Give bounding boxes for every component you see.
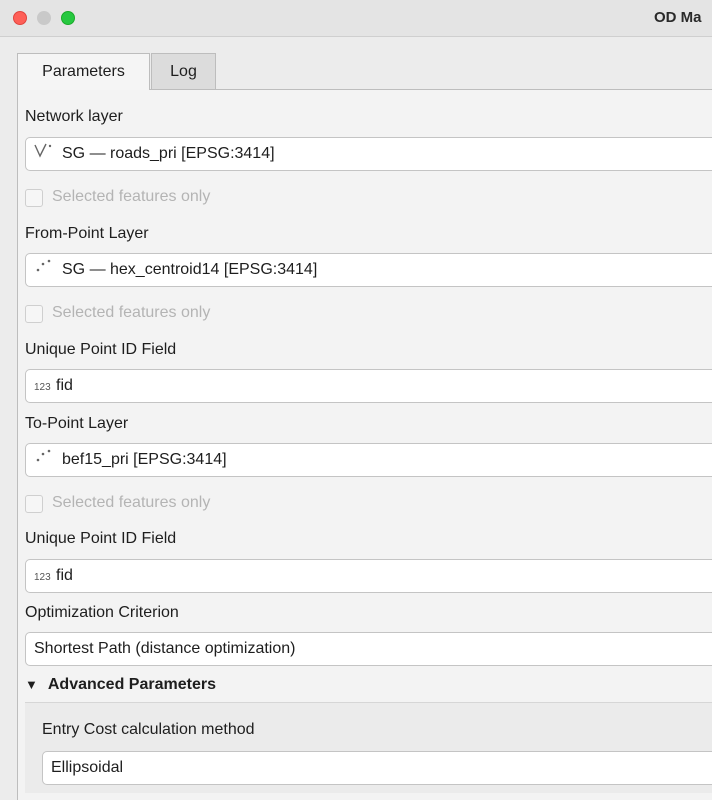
from-id-field-label: Unique Point ID Field: [25, 341, 177, 358]
from-point-layer-combo[interactable]: SG — hex_centroid14 [EPSG:3414]: [25, 253, 712, 287]
to-id-field-combo[interactable]: 123 fid: [25, 559, 712, 593]
from-id-field-value: fid: [56, 377, 73, 394]
tab-log[interactable]: Log: [151, 53, 216, 89]
advanced-parameters-label: Advanced Parameters: [47, 676, 216, 693]
tab-parameters[interactable]: Parameters: [17, 53, 150, 90]
optimization-combo[interactable]: Shortest Path (distance optimization): [25, 632, 712, 666]
entry-cost-combo[interactable]: Ellipsoidal: [42, 751, 712, 785]
network-layer-combo[interactable]: SG — roads_pri [EPSG:3414]: [25, 137, 712, 171]
network-selected-only-label: Selected features only: [52, 188, 211, 205]
from-point-layer-label: From-Point Layer: [25, 225, 149, 242]
network-layer-label: Network layer: [25, 108, 123, 125]
close-window-button[interactable]: [13, 11, 27, 25]
network-layer-value: SG — roads_pri [EPSG:3414]: [62, 145, 275, 162]
line-layer-icon: [34, 138, 62, 170]
numeric-field-icon: 123: [34, 382, 51, 393]
from-selected-only-checkbox[interactable]: [25, 305, 43, 323]
to-point-layer-label: To-Point Layer: [25, 415, 129, 432]
to-selected-only-label: Selected features only: [52, 494, 211, 511]
to-selected-only-checkbox[interactable]: [25, 495, 43, 513]
numeric-field-icon: 123: [34, 572, 51, 583]
minimize-window-button[interactable]: [37, 11, 51, 25]
to-point-layer-combo[interactable]: bef15_pri [EPSG:3414]: [25, 443, 712, 477]
optimization-label: Optimization Criterion: [25, 604, 179, 621]
title-bar: OD Ma: [0, 0, 712, 37]
point-layer-icon: [34, 444, 62, 476]
point-layer-icon: [34, 254, 62, 286]
entry-cost-value: Ellipsoidal: [51, 759, 124, 776]
collapse-triangle-icon: ▼: [25, 677, 38, 692]
from-id-field-combo[interactable]: 123 fid: [25, 369, 712, 403]
window-title: OD Ma: [654, 9, 702, 26]
to-id-field-label: Unique Point ID Field: [25, 530, 177, 547]
maximize-window-button[interactable]: [61, 11, 75, 25]
to-point-layer-value: bef15_pri [EPSG:3414]: [62, 451, 227, 468]
optimization-value: Shortest Path (distance optimization): [34, 640, 296, 657]
from-point-layer-value: SG — hex_centroid14 [EPSG:3414]: [62, 261, 318, 278]
from-selected-only-label: Selected features only: [52, 304, 211, 321]
network-selected-only-checkbox[interactable]: [25, 189, 43, 207]
entry-cost-label: Entry Cost calculation method: [42, 721, 255, 738]
advanced-parameters-toggle[interactable]: ▼ Advanced Parameters: [25, 676, 216, 702]
to-id-field-value: fid: [56, 567, 73, 584]
